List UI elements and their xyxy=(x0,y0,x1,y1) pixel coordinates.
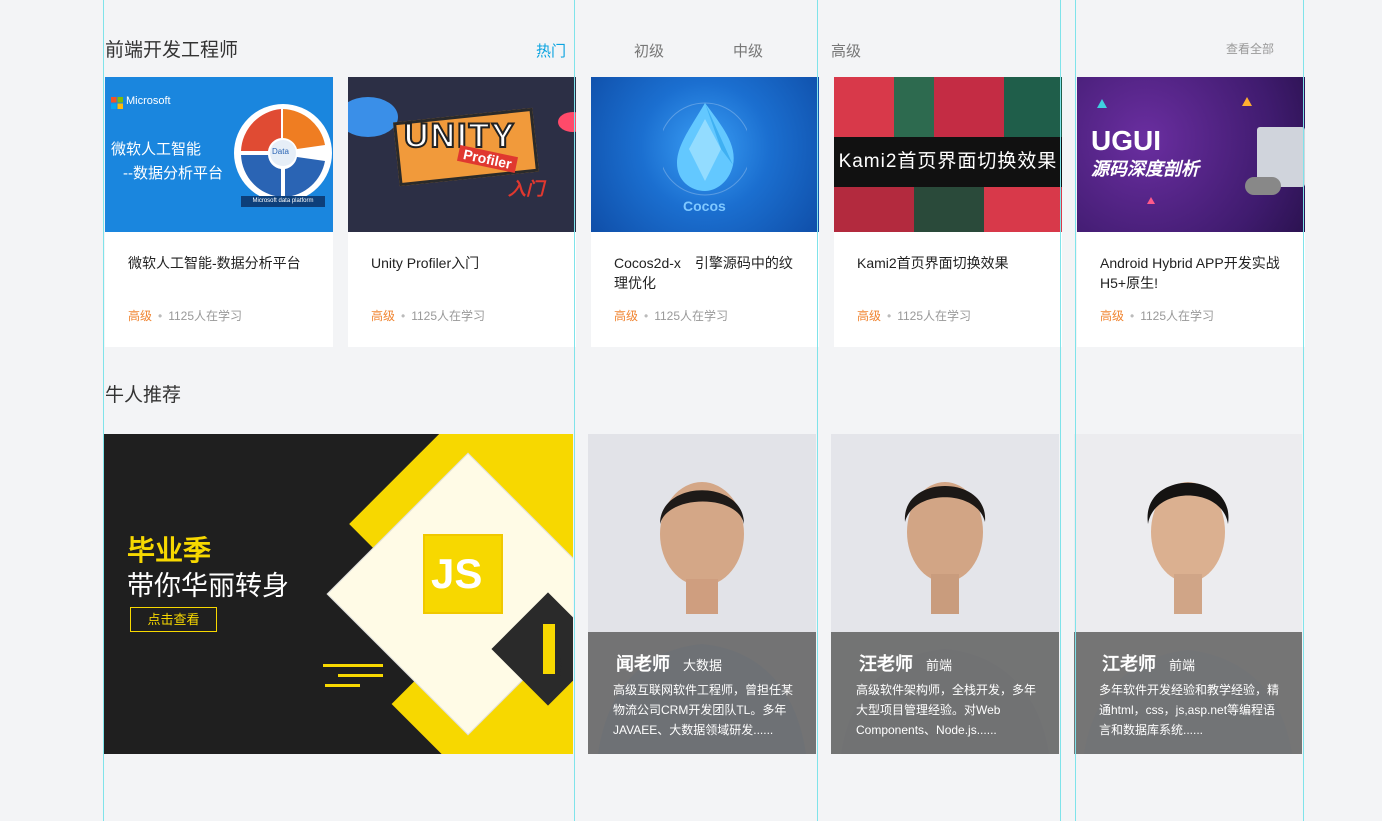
tab-intermediate[interactable]: 中级 xyxy=(733,40,763,61)
course-level: 高级 xyxy=(857,309,882,323)
thumb-sub-text: 源码深度剖析 xyxy=(1091,159,1199,179)
course-meta: 高级 • 1125人在学习 xyxy=(128,307,242,324)
promo-subtitle: 带你华丽转身 xyxy=(127,571,289,601)
guide-line xyxy=(103,0,104,821)
promo-button[interactable]: 点击查看 xyxy=(130,607,217,632)
separator-dot: • xyxy=(644,309,649,323)
tab-beginner[interactable]: 初级 xyxy=(634,40,664,61)
teacher-name: 汪老师 xyxy=(859,654,913,674)
thumb-tag: 入门 xyxy=(508,179,544,199)
separator-dot: • xyxy=(158,309,163,323)
thumb-footer: Microsoft data platform xyxy=(241,196,325,207)
decor-block xyxy=(1004,77,1062,137)
course-students: 1125人在学习 xyxy=(411,309,486,323)
cocos-flame-icon xyxy=(658,97,752,197)
guide-line xyxy=(1075,0,1076,821)
decor-shape xyxy=(348,97,398,137)
course-thumbnail[interactable]: UGUI 源码深度剖析 xyxy=(1077,77,1305,232)
guide-line xyxy=(574,0,575,821)
course-title[interactable]: Unity Profiler入门 xyxy=(371,253,561,273)
decor-block xyxy=(914,187,984,232)
course-students: 1125人在学习 xyxy=(1140,309,1215,323)
course-meta: 高级 • 1125人在学习 xyxy=(371,307,485,324)
promo-banner[interactable]: 毕业季 带你华丽转身 点击查看 JS offer xyxy=(103,434,573,754)
teacher-info-overlay: 江老师 前端 多年软件开发经验和教学经验，精通html，css，js,asp.n… xyxy=(1074,632,1302,754)
thumb-banner: Kami2首页界面切换效果 xyxy=(834,137,1062,187)
course-thumbnail[interactable]: Kami2首页界面切换效果 xyxy=(834,77,1062,232)
course-thumbnail[interactable]: UNITY Profiler 入门 xyxy=(348,77,576,232)
course-students: 1125人在学习 xyxy=(168,309,243,323)
thumb-center-label: Data xyxy=(272,147,289,156)
view-all-link[interactable]: 查看全部 xyxy=(1226,40,1274,57)
teacher-description: 高级互联网软件工程师，曾担任某物流公司CRM开发团队TL。多年JAVAEE、大数… xyxy=(613,683,794,737)
course-card[interactable]: Cocos Cocos2d-x 引擎源码中的纹理优化 高级 • 1125人在学习 xyxy=(591,77,819,347)
course-thumbnail[interactable]: Cocos xyxy=(591,77,819,232)
teacher-card[interactable]: 江老师 前端 多年软件开发经验和教学经验，精通html，css，js,asp.n… xyxy=(1074,434,1302,754)
course-meta: 高级 • 1125人在学习 xyxy=(1100,307,1214,324)
teacher-description: 高级软件架构师，全栈开发，多年大型项目管理经验。对Web Components、… xyxy=(856,683,1037,737)
teacher-name: 江老师 xyxy=(1102,654,1156,674)
course-meta: 高级 • 1125人在学习 xyxy=(614,307,728,324)
course-title[interactable]: Cocos2d-x 引擎源码中的纹理优化 xyxy=(614,253,804,293)
decor-block xyxy=(984,187,1062,232)
thumb-line1: 微软人工智能 xyxy=(111,141,202,158)
separator-dot: • xyxy=(887,309,892,323)
guide-line xyxy=(1303,0,1304,821)
teacher-card[interactable]: 汪老师 前端 高级软件架构师，全栈开发，多年大型项目管理经验。对Web Comp… xyxy=(831,434,1059,754)
teacher-info-overlay: 汪老师 前端 高级软件架构师，全栈开发，多年大型项目管理经验。对Web Comp… xyxy=(831,632,1059,754)
course-card[interactable]: Kami2首页界面切换效果 Kami2首页界面切换效果 高级 • 1125人在学习 xyxy=(834,77,1062,347)
thumb-big-text: UGUI xyxy=(1091,125,1161,156)
separator-dot: • xyxy=(1130,309,1135,323)
thumb-brand: Cocos xyxy=(683,198,726,214)
decor-triangle xyxy=(1147,197,1155,204)
js-badge-icon: JS xyxy=(423,534,503,614)
js-badge-label: JS xyxy=(431,550,483,597)
course-title[interactable]: Android Hybrid APP开发实战 H5+原生! xyxy=(1100,253,1290,293)
teacher-description: 多年软件开发经验和教学经验，精通html，css，js,asp.net等编程语言… xyxy=(1099,683,1280,737)
decor-lines xyxy=(338,674,383,677)
decor-block xyxy=(834,77,894,137)
decor-block xyxy=(834,187,914,232)
guide-line xyxy=(1060,0,1061,821)
teacher-info-overlay: 闻老师 大数据 高级互联网软件工程师，曾担任某物流公司CRM开发团队TL。多年J… xyxy=(588,632,816,754)
course-title[interactable]: Kami2首页界面切换效果 xyxy=(857,253,1047,273)
thumb-brand: Microsoft xyxy=(126,95,171,107)
course-level: 高级 xyxy=(1100,309,1125,323)
promo-tag: offer xyxy=(554,657,564,677)
teacher-role: 前端 xyxy=(926,658,953,673)
section-title-teachers: 牛人推荐 xyxy=(105,385,182,406)
course-thumbnail[interactable]: Microsoft 微软人工智能 --数据分析平台 Data Microsoft… xyxy=(105,77,333,232)
teacher-role: 大数据 xyxy=(683,658,723,673)
section-title-frontend: 前端开发工程师 xyxy=(105,40,239,61)
decor-lines xyxy=(323,664,383,667)
guide-line xyxy=(817,0,818,821)
course-meta: 高级 • 1125人在学习 xyxy=(857,307,971,324)
decor-lines xyxy=(325,684,360,687)
data-cycle-icon: Data xyxy=(233,103,333,203)
course-level: 高级 xyxy=(371,309,396,323)
tab-advanced[interactable]: 高级 xyxy=(831,40,861,61)
decor-triangle xyxy=(1097,99,1107,108)
tab-hot[interactable]: 热门 xyxy=(536,40,566,61)
course-level: 高级 xyxy=(128,309,153,323)
thumb-line2: --数据分析平台 xyxy=(123,165,223,182)
decor-block xyxy=(934,77,1004,137)
course-students: 1125人在学习 xyxy=(897,309,972,323)
course-students: 1125人在学习 xyxy=(654,309,729,323)
teacher-role: 前端 xyxy=(1169,658,1196,673)
course-card[interactable]: Microsoft 微软人工智能 --数据分析平台 Data Microsoft… xyxy=(105,77,333,347)
gamepad-icon xyxy=(1245,177,1281,195)
course-card[interactable]: UGUI 源码深度剖析 Android Hybrid APP开发实战 H5+原生… xyxy=(1077,77,1305,347)
decor-block xyxy=(894,77,934,137)
separator-dot: • xyxy=(401,309,406,323)
promo-title: 毕业季 xyxy=(127,535,212,566)
decor-triangle xyxy=(1242,97,1252,106)
course-card[interactable]: UNITY Profiler 入门 Unity Profiler入门 高级 • 11… xyxy=(348,77,576,347)
course-level: 高级 xyxy=(614,309,639,323)
course-title[interactable]: 微软人工智能-数据分析平台 xyxy=(128,253,318,273)
microsoft-logo-icon xyxy=(111,96,123,109)
teacher-card[interactable]: 闻老师 大数据 高级互联网软件工程师，曾担任某物流公司CRM开发团队TL。多年J… xyxy=(588,434,816,754)
teacher-name: 闻老师 xyxy=(616,654,670,674)
